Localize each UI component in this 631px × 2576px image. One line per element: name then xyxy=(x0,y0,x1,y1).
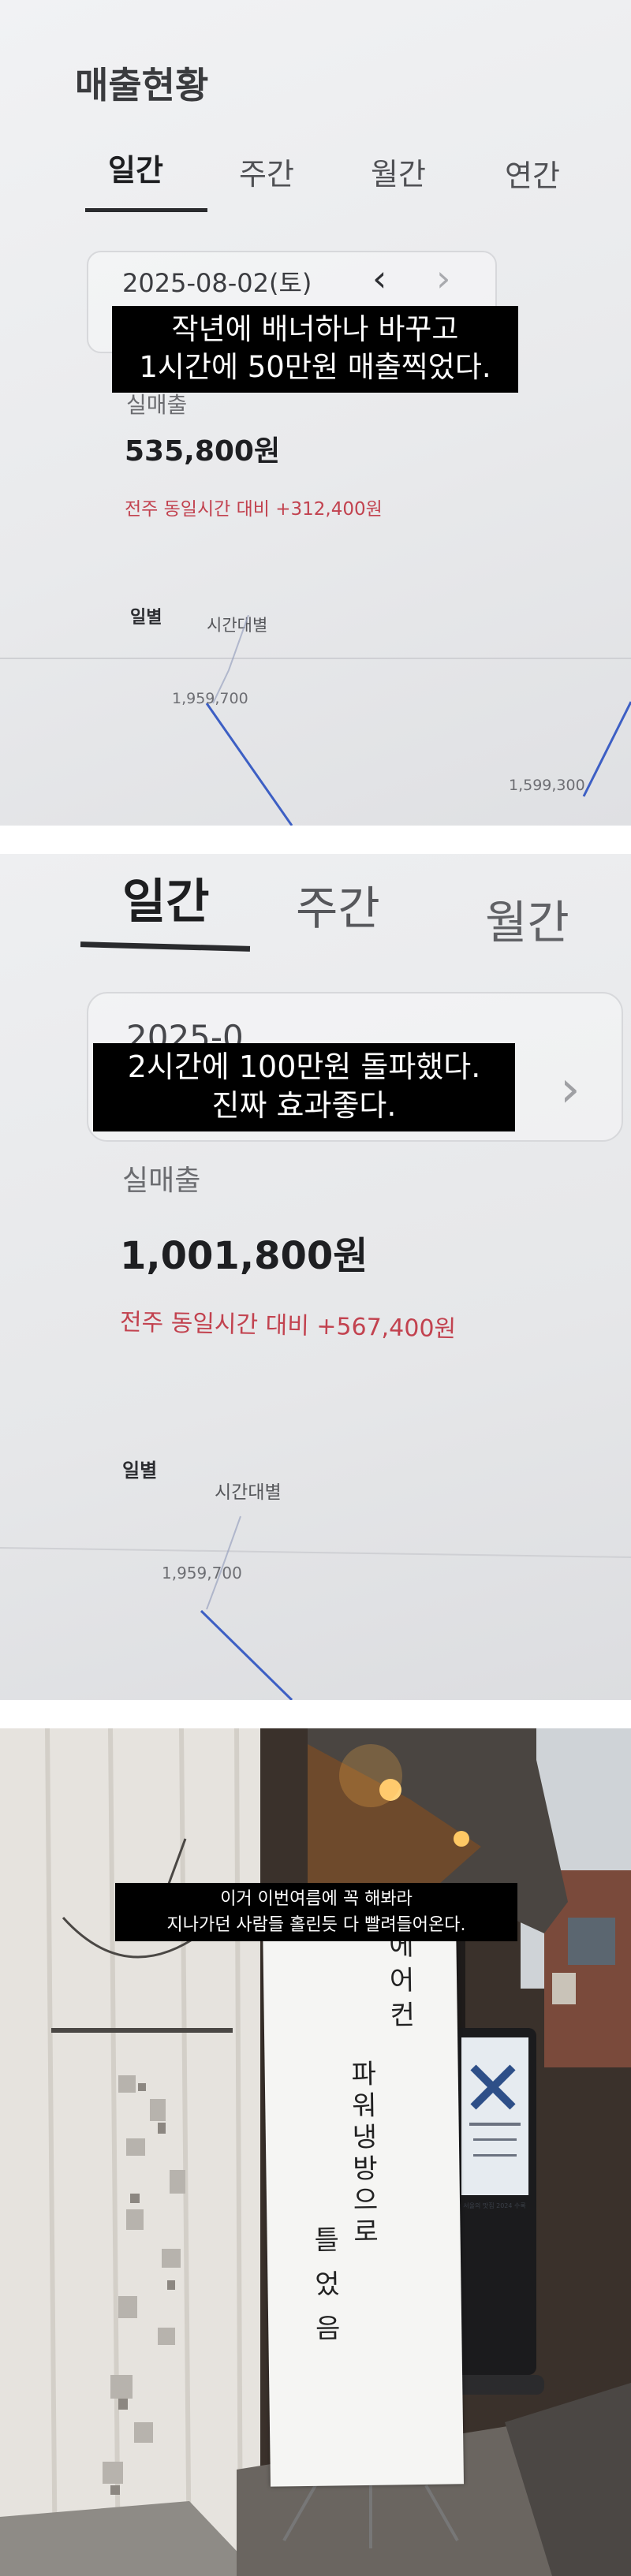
sales-screenshot-1: 매출현황 일간 주간 월간 연간 2025-08-02(토) ‹ › 작년에 배… xyxy=(0,0,631,826)
banner: 에어컨 파워냉방으로 틀었음 xyxy=(262,1916,465,2487)
graph-line xyxy=(582,701,631,797)
caption-line: 지나가던 사람들 홀린듯 다 빨려들어온다. xyxy=(166,1915,466,1935)
caption-box: 작년에 배너하나 바꾸고 1시간에 50만원 매출찍었다. xyxy=(112,306,518,393)
page-title: 매출현황 xyxy=(75,64,209,106)
graph-line xyxy=(205,703,293,826)
date-label: 2025-08-02(토) xyxy=(122,268,312,298)
compare-text: 전주 동일시간 대비 +567,400원 xyxy=(119,1308,457,1344)
poster-title: 서울의 맛집 2024 수록 xyxy=(463,2202,526,2209)
graph-peak-label: 1,959,700 xyxy=(172,690,248,707)
next-date-icon[interactable]: › xyxy=(560,1061,581,1119)
compare-text: 전주 동일시간 대비 +312,400원 xyxy=(125,499,383,520)
subtab-daily[interactable]: 일별 xyxy=(122,1455,157,1482)
sales-label: 실매출 xyxy=(126,392,188,418)
tab-weekly[interactable]: 주간 xyxy=(239,150,294,193)
subtab-hourly[interactable]: 시간대별 xyxy=(215,1477,282,1504)
tab-daily[interactable]: 일간 xyxy=(122,863,209,932)
active-tab-indicator xyxy=(85,208,207,212)
storefront-photo: 에어컨 파워냉방으로 틀었음 서울의 맛집 2024 수록 이거 이번여름에 꼭… xyxy=(0,1728,631,2576)
graph-line xyxy=(206,1515,241,1610)
active-tab-indicator xyxy=(80,941,251,952)
caption-line: 작년에 배너하나 바꾸고 xyxy=(171,312,459,346)
banner-text-col-3: 틀었음 xyxy=(308,2225,342,2358)
sales-value: 535,800원 xyxy=(125,435,281,468)
sign-base xyxy=(450,2375,544,2395)
graph-peak-label: 1,959,700 xyxy=(162,1564,242,1583)
frame-line xyxy=(51,2028,233,2033)
next-date-icon[interactable]: › xyxy=(436,257,450,300)
light-glow xyxy=(339,1744,402,1807)
caption-box: 이거 이번여름에 꼭 해봐라 지나가던 사람들 홀린듯 다 빨려들어온다. xyxy=(115,1883,517,1941)
graph-gridline xyxy=(0,1547,631,1558)
sales-label: 실매출 xyxy=(122,1165,201,1197)
tab-daily[interactable]: 일간 xyxy=(108,146,163,189)
caption-line: 1시간에 50만원 매출찍었다. xyxy=(139,350,491,384)
tab-yearly[interactable]: 연간 xyxy=(505,151,560,195)
poster-text-line xyxy=(469,2123,521,2126)
building-window xyxy=(552,1973,576,2004)
caption-line: 이거 이번여름에 꼭 해봐라 xyxy=(220,1889,413,1909)
graph-end-label: 1,599,300 xyxy=(509,777,585,794)
banner-text-col-2: 파워냉방으로 xyxy=(345,2059,379,2250)
poster xyxy=(461,2037,528,2195)
caption-line: 2시간에 100만원 돌파했다. xyxy=(127,1049,481,1084)
graph-line xyxy=(200,1609,293,1700)
tab-monthly[interactable]: 월간 xyxy=(485,885,569,952)
sales-value: 1,001,800원 xyxy=(120,1234,368,1278)
sales-graph xyxy=(0,1515,631,1700)
tab-monthly[interactable]: 월간 xyxy=(371,150,426,193)
poster-text-line xyxy=(473,2138,517,2141)
caption-line: 진짜 효과좋다. xyxy=(211,1088,397,1123)
banner-text-col-1: 에어컨 xyxy=(383,1931,416,2036)
sales-screenshot-2: 일간 주간 월간 2025-0 › 2시간에 100만원 돌파했다. 진짜 효과… xyxy=(0,854,631,1700)
tab-weekly[interactable]: 주간 xyxy=(296,871,380,938)
building-window xyxy=(568,1918,615,1965)
caption-box: 2시간에 100만원 돌파했다. 진짜 효과좋다. xyxy=(93,1043,515,1131)
poster-text-line xyxy=(473,2154,517,2157)
prev-date-icon[interactable]: ‹ xyxy=(372,257,386,300)
light-bulb-icon xyxy=(454,1831,469,1847)
